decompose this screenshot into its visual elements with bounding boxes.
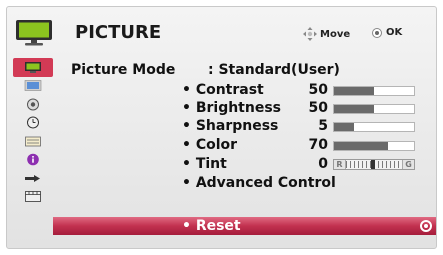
sidebar-item-info[interactable] bbox=[13, 151, 53, 170]
color-label: • Color bbox=[182, 137, 238, 153]
ok-hint: OK bbox=[372, 27, 402, 38]
ok-label: OK bbox=[386, 27, 403, 38]
brightness-row[interactable]: • Brightness 50 bbox=[182, 100, 328, 118]
brightness-slider[interactable] bbox=[333, 104, 415, 114]
ok-button-icon bbox=[372, 27, 382, 38]
tint-r-label: R bbox=[334, 160, 346, 169]
brightness-label: • Brightness bbox=[182, 100, 282, 116]
option-icon bbox=[25, 136, 41, 147]
picture-mode-label: Picture Mode bbox=[71, 62, 176, 78]
four-arrow-move-icon bbox=[303, 27, 317, 41]
time-icon bbox=[27, 116, 39, 129]
sidebar-item-option[interactable] bbox=[13, 132, 53, 151]
input-icon bbox=[25, 174, 40, 182]
picture-menu-panel: PICTURE Move OK Picture Mode: Standard(… bbox=[6, 6, 437, 249]
sharpness-value: 5 bbox=[318, 118, 328, 134]
sharpness-label: • Sharpness bbox=[182, 118, 279, 134]
contrast-slider-fill bbox=[334, 87, 374, 95]
brightness-value: 50 bbox=[308, 100, 328, 116]
tint-center-marker bbox=[371, 160, 375, 169]
sidebar-item-media[interactable] bbox=[13, 188, 53, 207]
sharpness-row[interactable]: • Sharpness 5 bbox=[182, 118, 328, 136]
tint-value: 0 bbox=[318, 156, 328, 172]
color-slider[interactable] bbox=[333, 141, 415, 151]
tint-slider[interactable]: R G bbox=[333, 159, 415, 170]
category-sidebar bbox=[13, 58, 53, 206]
tint-g-label: G bbox=[402, 160, 414, 169]
sidebar-item-picture[interactable] bbox=[13, 58, 53, 77]
color-row[interactable]: • Color 70 bbox=[182, 137, 328, 155]
move-label: Move bbox=[320, 28, 351, 40]
tv-icon bbox=[16, 20, 52, 46]
contrast-value: 50 bbox=[308, 82, 328, 98]
media-icon bbox=[25, 191, 41, 203]
screen-icon bbox=[24, 80, 42, 92]
tint-label: • Tint bbox=[182, 156, 227, 172]
tint-row[interactable]: • Tint 0 bbox=[182, 156, 328, 174]
menu-title: PICTURE bbox=[75, 22, 162, 43]
picture-mode-value[interactable]: : Standard(User) bbox=[208, 62, 340, 78]
contrast-row[interactable]: • Contrast 50 bbox=[182, 82, 328, 100]
contrast-slider[interactable] bbox=[333, 86, 415, 96]
color-value: 70 bbox=[308, 137, 328, 153]
reset-label: • Reset bbox=[182, 218, 241, 234]
ok-radio-icon bbox=[420, 220, 432, 232]
contrast-label: • Contrast bbox=[182, 82, 264, 98]
info-icon bbox=[27, 153, 39, 166]
sharpness-slider[interactable] bbox=[333, 122, 415, 132]
picture-icon bbox=[25, 61, 41, 73]
sidebar-item-screen[interactable] bbox=[13, 77, 53, 96]
menu-header: PICTURE Move OK bbox=[7, 7, 436, 57]
move-hint: Move bbox=[303, 27, 350, 41]
advanced-control-label: • Advanced Control bbox=[182, 175, 336, 191]
reset-row[interactable]: • Reset bbox=[53, 217, 436, 235]
brightness-slider-fill bbox=[334, 105, 374, 113]
audio-icon bbox=[27, 98, 39, 111]
color-slider-fill bbox=[334, 142, 389, 150]
sidebar-item-audio[interactable] bbox=[13, 95, 53, 114]
sharpness-slider-fill bbox=[334, 123, 354, 131]
sidebar-item-input[interactable] bbox=[13, 169, 53, 188]
sidebar-item-time[interactable] bbox=[13, 114, 53, 133]
